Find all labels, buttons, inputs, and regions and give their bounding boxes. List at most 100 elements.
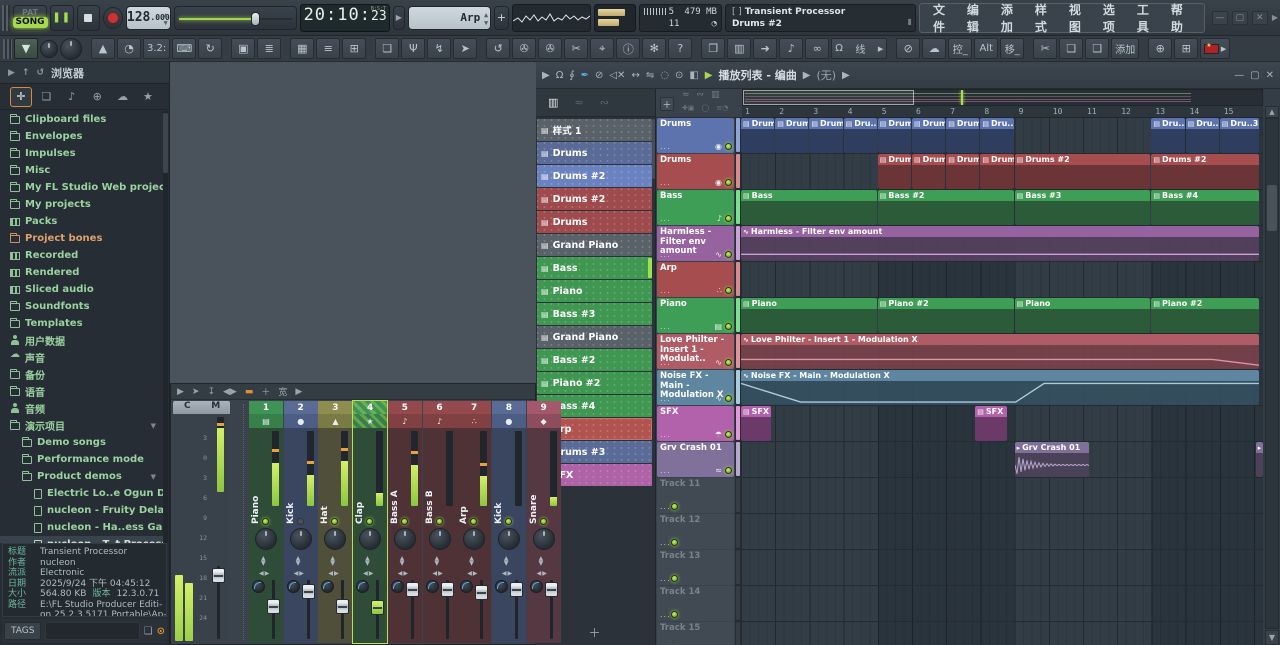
bass-channel-icon[interactable]: ♪ xyxy=(717,214,722,223)
track-options-dots[interactable]: ... xyxy=(660,214,671,223)
channel-fader-thumb[interactable] xyxy=(544,582,558,597)
pattern-row[interactable]: ▤ Drums #2 xyxy=(537,165,652,187)
pattern-clip[interactable]: ▤ Piano xyxy=(1014,298,1151,333)
master-channel-label[interactable]: M xyxy=(202,401,231,414)
track-options-dots[interactable]: ... xyxy=(660,286,671,295)
track-lane[interactable]: ▤ SFX ▤ SFX xyxy=(741,406,1263,442)
slide-tool-icon[interactable]: ⇋ xyxy=(646,70,654,81)
documents-icon[interactable]: ❏ xyxy=(375,38,400,59)
track-header[interactable]: Grv Crash 01... ≈ xyxy=(657,442,734,477)
about-icon[interactable]: ✻ xyxy=(642,38,667,59)
playback-tool-icon[interactable]: ◧ xyxy=(689,70,698,81)
pan-arrows[interactable]: ◀▶ xyxy=(502,570,513,577)
track-options-dots[interactable]: ... xyxy=(660,142,671,151)
track-enable-led[interactable] xyxy=(725,179,732,186)
track-enable-led[interactable] xyxy=(725,359,732,366)
next-window-icon[interactable]: ➜ xyxy=(753,38,778,59)
pattern-clip[interactable]: ▤ SFX xyxy=(975,406,1007,441)
toolbar-button-Alt[interactable]: Alt xyxy=(974,38,999,59)
playlist-maximize-icon[interactable]: ▢ xyxy=(1250,70,1259,81)
pat-song-toggle[interactable]: PAT SONG xyxy=(12,4,48,31)
pan-knob[interactable] xyxy=(356,580,370,593)
stereo-sep-spinner[interactable]: ▲ ▼ xyxy=(504,556,509,567)
files-tab[interactable]: ❏ xyxy=(35,87,57,107)
channel-enable-led[interactable] xyxy=(296,518,304,525)
pattern-clip[interactable]: ▤ Drums #2 xyxy=(1014,154,1151,189)
track-lane[interactable] xyxy=(741,622,1263,645)
pan-arrows[interactable]: ◀▶ xyxy=(259,570,270,577)
chain-icon[interactable]: ∞ xyxy=(805,38,830,59)
sfx-channel-icon[interactable]: ☂ xyxy=(715,430,722,439)
channel-enable-led[interactable] xyxy=(262,518,269,525)
cloud-tab[interactable]: ☁ xyxy=(112,87,134,107)
track-options-dots[interactable]: ... xyxy=(660,394,671,403)
automation-clip[interactable]: ∿ Harmless - Filter env amount xyxy=(741,226,1260,261)
mixer-channel[interactable]: 4 ★ Clap ▲ ▼ ◀▶ xyxy=(353,401,388,643)
select-tool-icon[interactable]: ◌ xyxy=(660,70,669,81)
toolbar-button-控_[interactable]: 控_ xyxy=(948,38,973,59)
pan-knob[interactable] xyxy=(286,580,300,593)
pattern-clip[interactable]: ▤Dru..2 xyxy=(980,118,1014,153)
browser-item[interactable]: nucleon - T..t Processor xyxy=(0,536,164,543)
browser-item[interactable]: Electric Lo..e Ogun Dream xyxy=(0,485,164,502)
track-options-dots[interactable]: ... xyxy=(660,502,671,511)
channel-enable-led[interactable] xyxy=(435,518,443,525)
automation-clip[interactable]: ∿ Love Philter - Insert 1 - Modulation X xyxy=(741,334,1260,369)
browser-item[interactable]: Envelopes xyxy=(0,128,164,145)
drum-channel-icon[interactable]: ◉ xyxy=(715,142,722,151)
channel-volume-knob[interactable] xyxy=(497,528,520,550)
pattern-prev-button[interactable]: ▶ xyxy=(392,5,405,30)
track-header[interactable]: Bass... ♪ xyxy=(657,190,734,225)
pan-arrows[interactable]: ◀▶ xyxy=(294,570,305,577)
browser-collapse-icon[interactable]: ▶ xyxy=(8,68,15,78)
maximize-button[interactable]: ▢ xyxy=(1231,10,1248,25)
undo-icon[interactable]: ↺ xyxy=(486,38,511,59)
browser-back-icon[interactable]: ↺ xyxy=(36,68,44,78)
expand-arrow-icon[interactable]: ▼ xyxy=(151,473,156,481)
playlist-vertical-scrollbar[interactable] xyxy=(1265,118,1279,629)
track-options-dots[interactable]: ... xyxy=(660,430,671,439)
track-enable-led[interactable] xyxy=(725,467,732,474)
track-lane[interactable]: ▤ Bass ▤ Bass #2 ▤ Bass #3 ▤ Bass #4 xyxy=(741,190,1263,226)
browser-item[interactable]: Misc xyxy=(0,162,164,179)
note-icon[interactable]: ♪ xyxy=(779,38,804,59)
pan-knob[interactable] xyxy=(321,580,335,593)
playlist-grid[interactable]: ▤Drums▤Drums▤Drums▤Dru..2▤Drums▤Drums▤Dr… xyxy=(741,118,1263,645)
slip-tool-icon[interactable]: ∮ xyxy=(569,70,574,81)
paste-icon[interactable]: ❑ xyxy=(1085,38,1110,59)
metronome-icon[interactable]: ▲ xyxy=(91,38,115,59)
track-options-dots[interactable]: ... xyxy=(660,358,671,367)
menu-item-编辑[interactable]: 编辑 xyxy=(960,1,994,35)
paint-tool-icon[interactable]: ✒ xyxy=(581,70,589,81)
track-enable-led[interactable] xyxy=(725,215,732,222)
browser-item[interactable]: My projects xyxy=(0,196,164,213)
mixer-channel[interactable]: 1 ▤ Piano ▲ ▼ ◀▶ xyxy=(249,401,283,643)
browser-item[interactable]: 语音 xyxy=(0,383,164,400)
mixer-channel[interactable]: 2 ● Kick ▲ ▼ ◀▶ xyxy=(283,401,318,643)
center-playhead-icon[interactable]: ⊕ xyxy=(1148,38,1173,59)
record-button[interactable] xyxy=(102,6,123,29)
browser-item[interactable]: nucleon - Fruity Delay 3 xyxy=(0,502,164,519)
track-lane[interactable] xyxy=(741,478,1263,514)
track-lane[interactable]: ▤Drums▤Drums▤Drums▤Dru..2▤Drums▤Drums▤Dr… xyxy=(741,118,1263,154)
countdown-icon[interactable]: 3.2: xyxy=(143,38,171,59)
minimize-button[interactable]: — xyxy=(1211,10,1228,25)
arp-channel-icon[interactable]: ∴ xyxy=(717,286,722,295)
online-tab[interactable]: ⊕ xyxy=(86,87,108,107)
picker-add-button[interactable]: ＋ xyxy=(589,624,601,641)
magnet-snap-icon[interactable]: Ω xyxy=(556,70,564,81)
pattern-row[interactable]: ▤ Grand Piano xyxy=(537,326,652,348)
wait-input-icon[interactable]: ◔ xyxy=(117,38,141,59)
menu-item-添加[interactable]: 添加 xyxy=(994,1,1028,35)
tags-folder-icon[interactable]: ❏ xyxy=(144,626,153,637)
pattern-clip[interactable]: ▤ Bass #4 xyxy=(1151,190,1260,225)
track-lane[interactable]: ▤ Piano ▤ Piano #2 ▤ Piano ▤ Piano #2 xyxy=(741,298,1263,334)
subtitle-chevron-icon[interactable]: ▶ xyxy=(842,70,850,81)
track-enable-led[interactable] xyxy=(670,611,678,618)
stereo-sep-spinner[interactable]: ▲ ▼ xyxy=(296,556,301,567)
toolbar-button-移_[interactable]: 移_ xyxy=(1000,38,1025,59)
track-header[interactable]: Drums... ◉ xyxy=(657,154,734,189)
pan-knob[interactable] xyxy=(460,580,474,593)
pattern-clip[interactable]: ▤Drums xyxy=(809,118,843,153)
track-enable-led[interactable] xyxy=(725,143,732,150)
